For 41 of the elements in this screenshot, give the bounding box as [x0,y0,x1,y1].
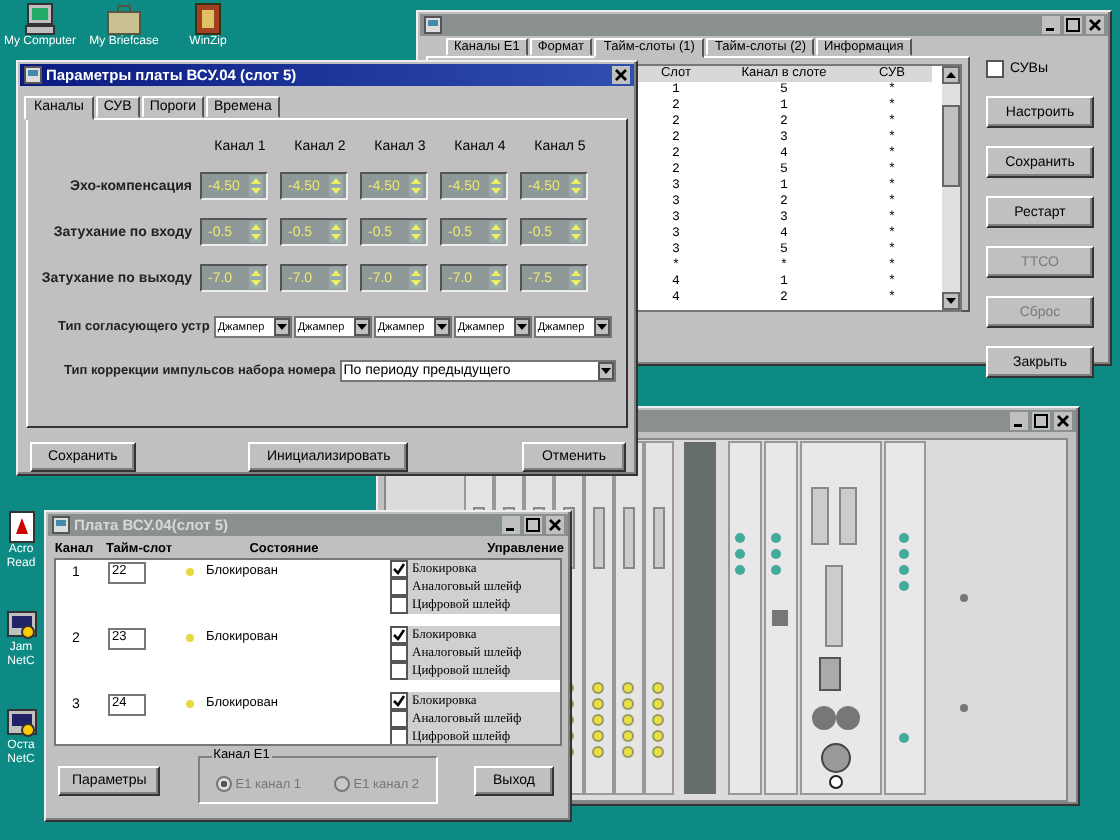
minimize-button[interactable] [1042,16,1060,34]
window-icon [424,16,442,34]
minimize-button[interactable] [1010,412,1028,430]
maximize-button[interactable] [524,516,542,534]
checkbox[interactable] [390,578,408,596]
dropdown-arrow-icon[interactable] [598,362,614,380]
dropdown-arrow-icon[interactable] [513,318,530,336]
checkbox[interactable] [390,710,408,728]
checkbox[interactable] [390,560,408,578]
dropdown-arrow-icon[interactable] [433,318,450,336]
computer-icon[interactable] [22,2,58,36]
checkbox[interactable] [390,626,408,644]
window-icon [52,516,70,534]
dropdown-arrow-icon[interactable] [353,318,370,336]
status-dot [186,568,194,576]
close-button[interactable] [546,516,564,534]
minimize-button[interactable] [502,516,520,534]
checkbox[interactable] [390,728,408,744]
maximize-button[interactable] [1064,16,1082,34]
checkbox[interactable] [390,692,408,710]
window-icon [24,66,42,84]
screw-icon [960,594,968,602]
status-dot [186,634,194,642]
document-icon[interactable] [3,510,39,544]
close-button[interactable] [1054,412,1072,430]
status-dot [186,700,194,708]
archive-icon[interactable] [190,2,226,36]
dropdown-arrow-icon[interactable] [273,318,290,336]
checkbox[interactable] [390,662,408,680]
dropdown-arrow-icon[interactable] [593,318,610,336]
program-icon[interactable] [3,706,39,740]
checkbox[interactable] [390,596,408,614]
screw-icon [960,704,968,712]
close-button[interactable] [1086,16,1104,34]
briefcase-icon[interactable] [106,2,142,36]
program-icon[interactable] [3,608,39,642]
checkbox[interactable] [986,60,1004,78]
scrollbar[interactable] [942,66,960,310]
maximize-button[interactable] [1032,412,1050,430]
checkbox[interactable] [390,644,408,662]
close-button[interactable] [612,66,630,84]
